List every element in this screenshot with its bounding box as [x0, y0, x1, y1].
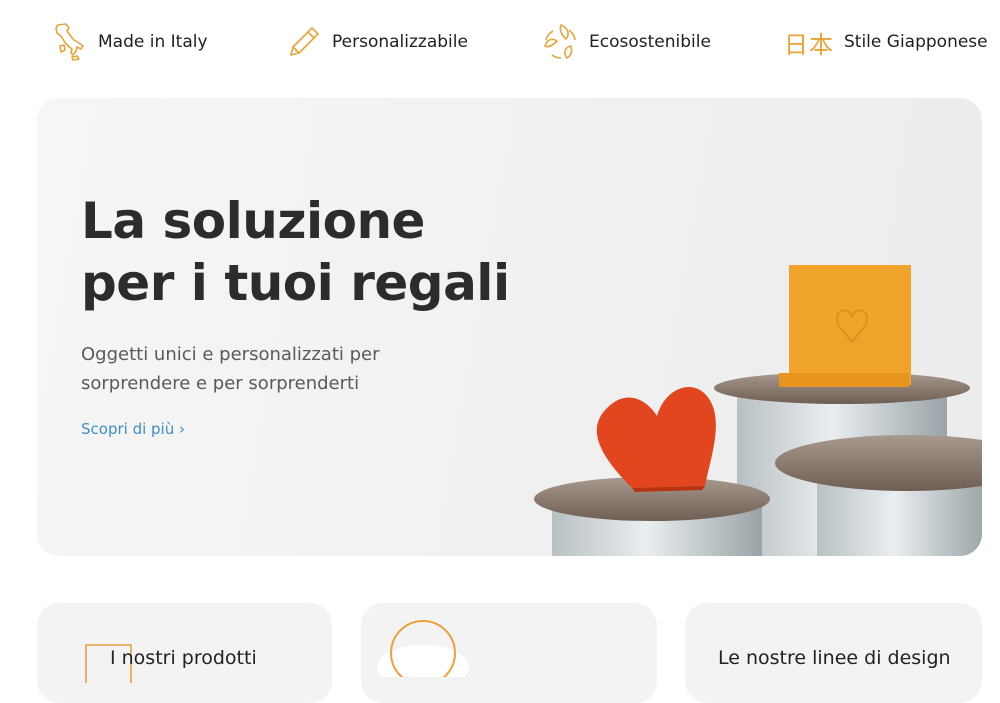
- hero-subtitle: Oggetti unici e personalizzati per sorpr…: [81, 340, 441, 398]
- kanji-icon: 日本: [784, 30, 834, 59]
- feature-label: Stile Giapponese: [844, 32, 988, 52]
- hero-title: La soluzione per i tuoi regali: [81, 190, 510, 314]
- feature-made-in-italy: Made in Italy: [50, 22, 208, 62]
- feature-label: Made in Italy: [98, 32, 208, 52]
- feature-personalizzabile: Personalizzabile: [284, 22, 468, 62]
- hero-subtitle-line: sorprendere e per sorprenderti: [81, 373, 360, 394]
- hero-product-image: [534, 265, 982, 556]
- feature-stile-giapponese: 日本 Stile Giapponese: [784, 22, 988, 62]
- card-middle[interactable]: [361, 603, 657, 703]
- feature-ecosostenibile: Ecosostenibile: [541, 22, 711, 62]
- italy-map-icon: [50, 22, 90, 62]
- feature-label: Ecosostenibile: [589, 32, 711, 52]
- hero-subtitle-line: Oggetti unici e personalizzati per: [81, 344, 380, 365]
- card-title: I nostri prodotti: [110, 647, 257, 669]
- leaf-recycle-icon: [541, 22, 581, 62]
- feature-label: Personalizzabile: [332, 32, 468, 52]
- hero-title-line: per i tuoi regali: [81, 254, 510, 312]
- features-bar: Made in Italy Personalizzabile Ecososten…: [0, 0, 1000, 90]
- card-products[interactable]: I nostri prodotti: [37, 603, 332, 703]
- pencil-icon: [284, 22, 324, 62]
- hero-title-line: La soluzione: [81, 192, 425, 250]
- card-title: Le nostre linee di design: [718, 647, 951, 669]
- card-design-lines[interactable]: Le nostre linee di design: [685, 603, 982, 703]
- discover-more-link[interactable]: Scopri di più ›: [81, 420, 185, 438]
- hero-banner: La soluzione per i tuoi regali Oggetti u…: [37, 98, 982, 556]
- round-product-icon: [377, 620, 469, 677]
